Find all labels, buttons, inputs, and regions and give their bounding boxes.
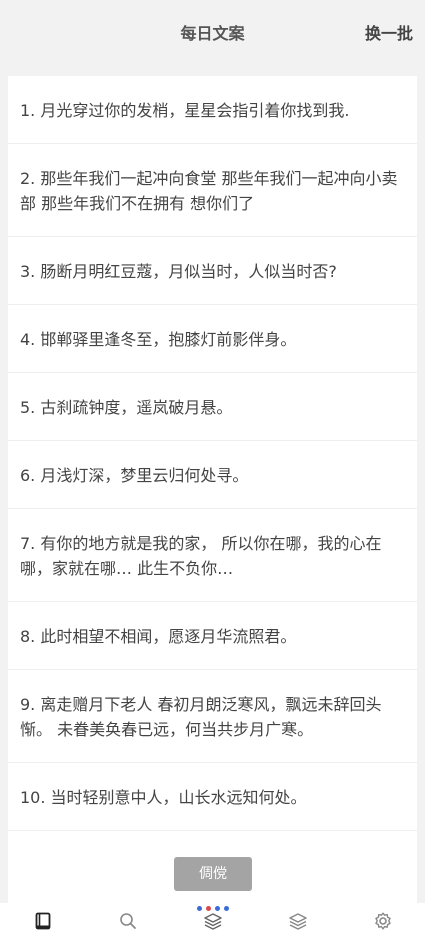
toast-message: 倜傥 [174, 857, 252, 891]
bottom-tab-bar [0, 903, 425, 939]
quote-item[interactable]: 2. 那些年我们一起冲向食堂 那些年我们一起冲向小卖部 那些年我们不在拥有 想你… [8, 144, 417, 237]
header-bar: 每日文案 换一批 [0, 0, 425, 64]
loading-dot [214, 906, 220, 911]
gear-icon [374, 912, 391, 930]
search-icon [119, 913, 136, 929]
quote-item[interactable]: 4. 邯郸驿里逢冬至，抱膝灯前影伴身。 [8, 305, 417, 373]
book-icon [35, 912, 50, 930]
loading-dot [196, 906, 202, 911]
tab-layers-active[interactable] [193, 906, 233, 936]
refresh-batch-button[interactable]: 换一批 [365, 20, 413, 44]
quote-item[interactable]: 10. 当时轻别意中人，山长水远知何处。 [8, 763, 417, 831]
tab-book[interactable] [23, 906, 63, 936]
tab-stack[interactable] [278, 906, 318, 936]
loading-dot [223, 906, 229, 911]
app-screen: 每日文案 换一批 1. 月光穿过你的发梢，星星会指引着你找到我. 2. 那些年我… [0, 0, 425, 939]
quote-item[interactable]: 1. 月光穿过你的发梢，星星会指引着你找到我. [8, 76, 417, 144]
page-title: 每日文案 [180, 24, 245, 43]
quote-item[interactable]: 8. 此时相望不相闻，愿逐月华流照君。 [8, 602, 417, 670]
layers-icon [203, 913, 222, 930]
quote-card[interactable]: 1. 月光穿过你的发梢，星星会指引着你找到我. 2. 那些年我们一起冲向食堂 那… [8, 76, 417, 903]
tab-settings[interactable] [363, 906, 403, 936]
loading-dot [205, 906, 211, 911]
quote-item[interactable]: 7. 有你的地方就是我的家， 所以你在哪，我的心在哪，家就在哪… 此生不负你… [8, 509, 417, 602]
quote-item[interactable]: 3. 肠断月明红豆蔻，月似当时，人似当时否? [8, 237, 417, 305]
quote-list: 1. 月光穿过你的发梢，星星会指引着你找到我. 2. 那些年我们一起冲向食堂 那… [8, 76, 417, 831]
quote-item[interactable]: 9. 离走赠月下老人 春初月朗泛寒风，飘远未辞回头惭。 未眷美奂春已远，何当共步… [8, 670, 417, 763]
tab-search[interactable] [108, 906, 148, 936]
loading-dots [196, 906, 229, 911]
quote-item[interactable]: 6. 月浅灯深，梦里云归何处寻。 [8, 441, 417, 509]
stack-icon [288, 913, 307, 930]
quote-item[interactable]: 5. 古刹疏钟度，遥岚破月悬。 [8, 373, 417, 441]
